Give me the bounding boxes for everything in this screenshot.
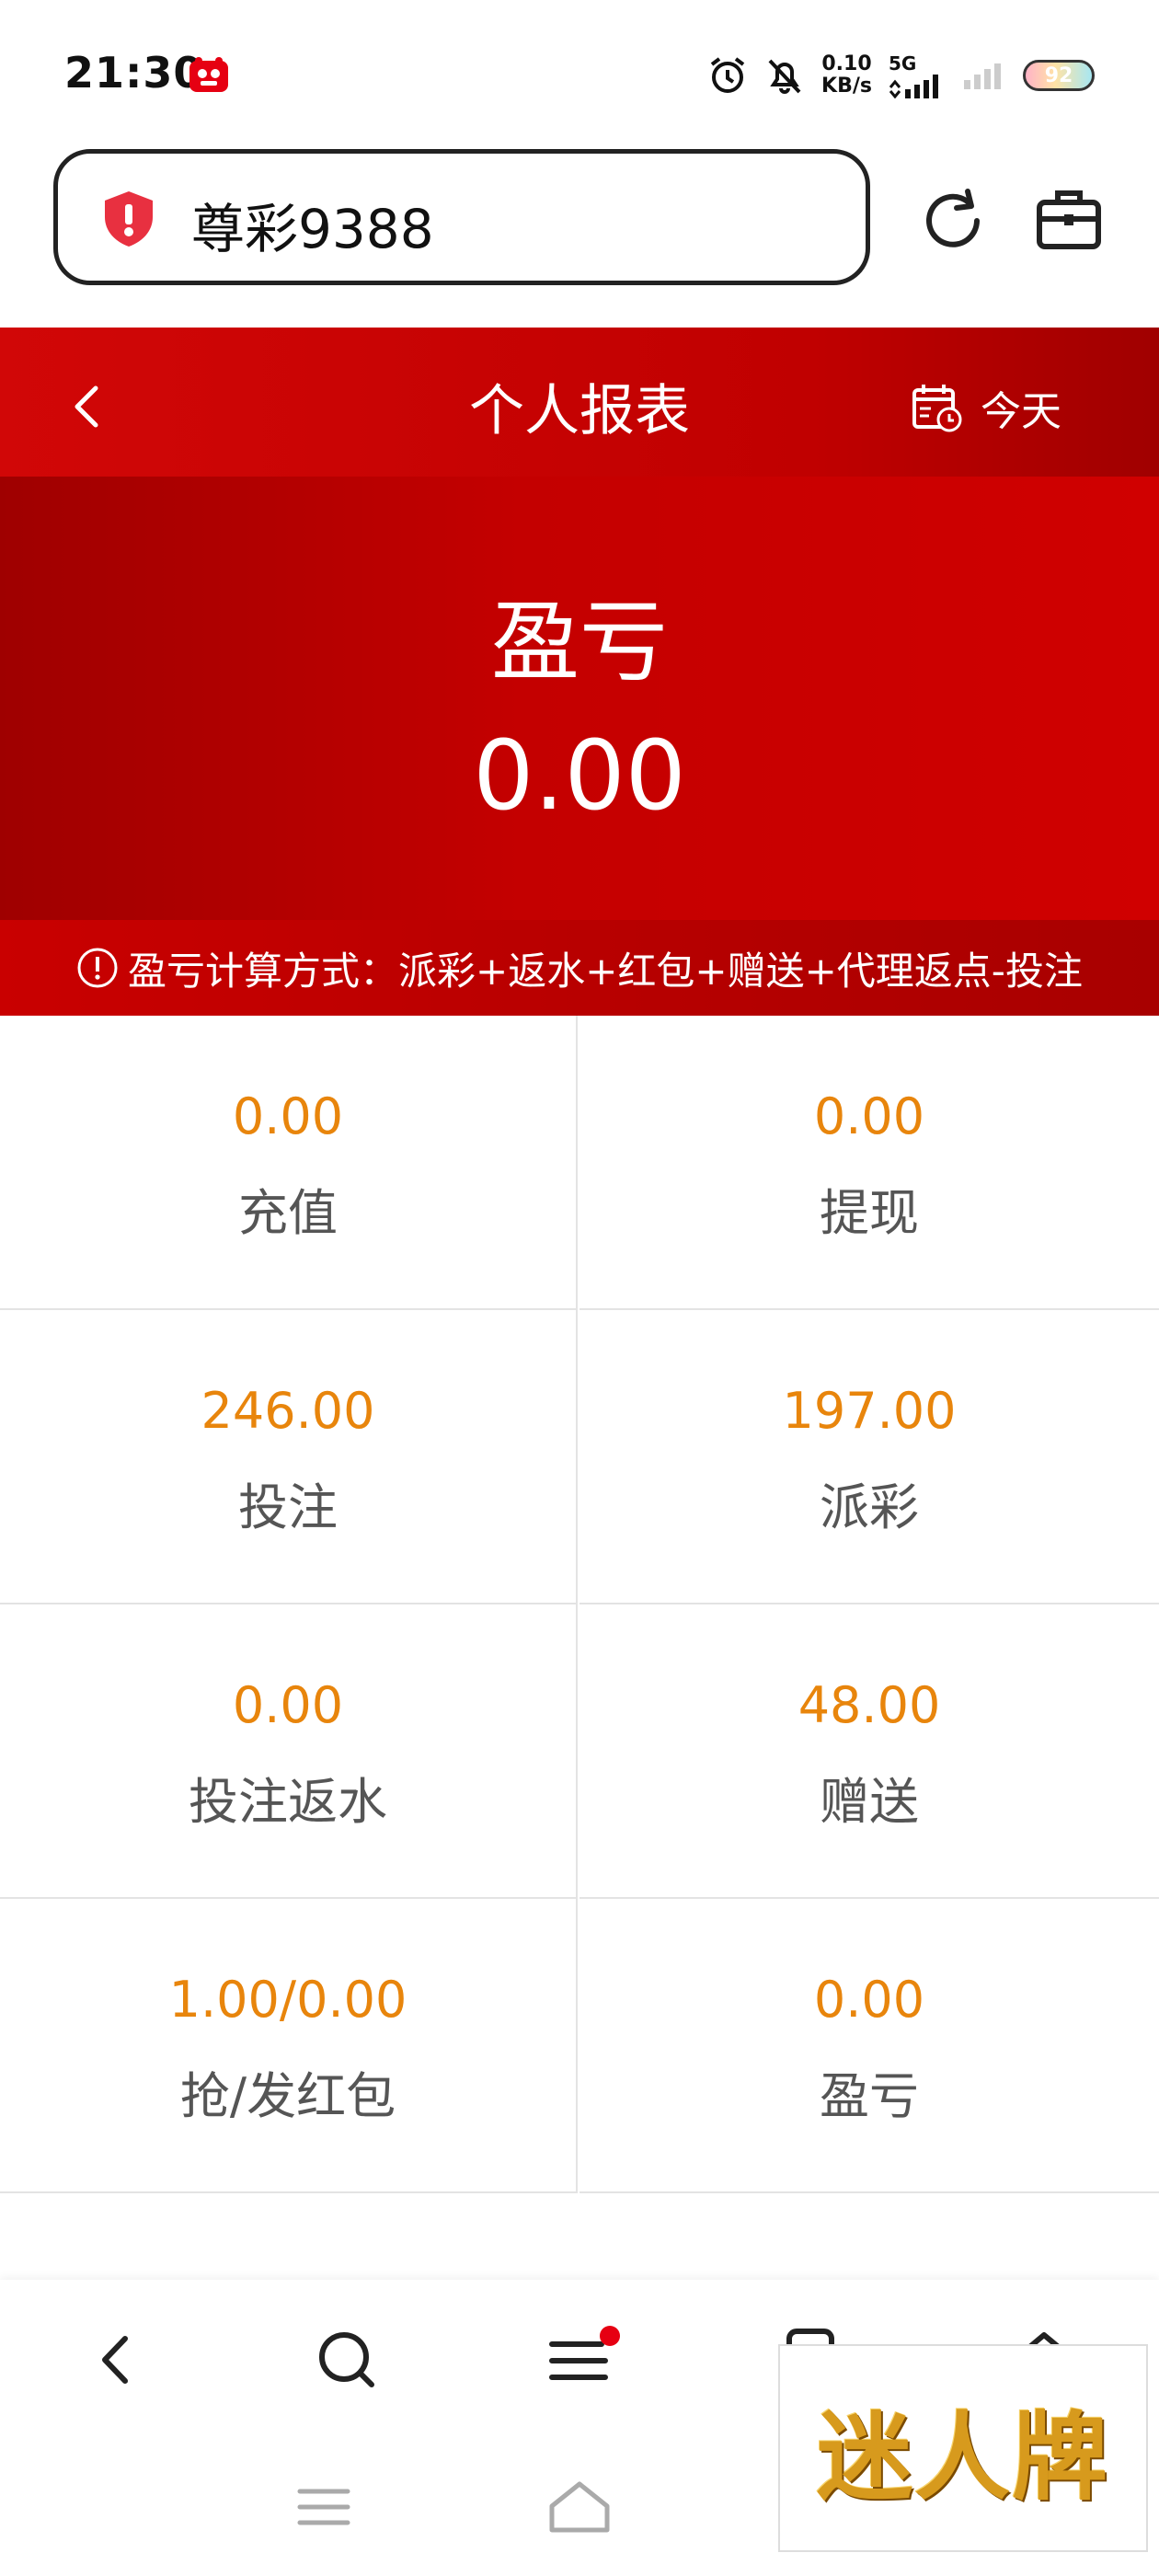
nav-back-icon[interactable] <box>75 2318 158 2401</box>
calendar-clock-icon <box>912 385 962 432</box>
stat-label: 盈亏 <box>820 2067 919 2125</box>
stat-value: 197.00 <box>782 1382 957 1440</box>
system-home-icon[interactable] <box>546 2478 613 2536</box>
stat-label: 抢/发红包 <box>179 2067 396 2125</box>
address-bar[interactable] <box>53 149 870 285</box>
status-time: 21:30 <box>64 48 204 98</box>
stat-cell: 0.00 提现 <box>580 1016 1159 1310</box>
stat-label: 提现 <box>820 1184 919 1242</box>
stat-value: 0.00 <box>232 1087 344 1145</box>
stat-value: 0.00 <box>813 1087 925 1145</box>
url-text[interactable]: 尊彩9388 <box>191 186 434 263</box>
profit-formula-bar: 盈亏计算方式：派彩+返水+红包+赠送+代理返点-投注 <box>0 920 1159 1016</box>
cellular-signal: 5G <box>889 52 944 98</box>
watermark-text: 迷人牌 <box>816 2399 1109 2513</box>
signal-bars-icon <box>889 75 938 98</box>
profit-summary <box>0 477 1159 920</box>
stat-cell: 1.00/0.00 抢/发红包 <box>0 1899 578 2193</box>
stat-cell: 0.00 充值 <box>0 1016 578 1310</box>
stat-label: 投注 <box>238 1478 338 1536</box>
alarm-icon <box>710 57 745 93</box>
profit-label: 盈亏 <box>491 591 668 694</box>
battery-level: 92 <box>1044 63 1073 87</box>
search-icon[interactable] <box>305 2318 388 2401</box>
network-speed-unit: KB/s <box>821 75 872 98</box>
stats-grid: 0.00 充值 0.00 提现 246.00 投注 197.00 派彩 0.00… <box>0 1016 1159 2197</box>
network-speed-value: 0.10 <box>821 52 872 75</box>
profit-value: 0.00 <box>473 719 686 832</box>
stat-value: 1.00/0.00 <box>168 1971 407 2029</box>
info-icon <box>77 948 118 988</box>
status-bar: 21:30 0.10 KB/s 5G 92 <box>0 0 1159 138</box>
app-notification-icon <box>189 57 228 92</box>
stat-cell: 197.00 派彩 <box>580 1310 1159 1604</box>
date-filter-label: 今天 <box>981 388 1061 435</box>
status-icons: 0.10 KB/s 5G 92 <box>707 48 1095 103</box>
stat-label: 投注返水 <box>189 1773 387 1831</box>
profit-formula-text: 盈亏计算方式：派彩+返水+红包+赠送+代理返点-投注 <box>128 948 1083 994</box>
stat-value: 0.00 <box>232 1676 344 1734</box>
network-speed: 0.10 KB/s <box>821 53 872 98</box>
system-menu-icon[interactable] <box>296 2484 351 2530</box>
stat-cell: 0.00 盈亏 <box>580 1899 1159 2193</box>
stat-value: 246.00 <box>201 1382 375 1440</box>
stat-cell: 246.00 投注 <box>0 1310 578 1604</box>
signal-bars-sim2-icon <box>964 63 1001 89</box>
stat-label: 赠送 <box>820 1773 919 1831</box>
network-type: 5G <box>889 52 917 75</box>
stat-label: 充值 <box>238 1184 338 1242</box>
battery-icon: 92 <box>1023 60 1095 91</box>
stat-label: 派彩 <box>820 1478 919 1536</box>
mute-bell-icon <box>768 59 801 94</box>
shield-icon <box>105 191 153 247</box>
toolbox-icon[interactable] <box>1034 184 1104 254</box>
watermark-logo: 迷人牌 <box>778 2344 1148 2552</box>
stat-value: 48.00 <box>798 1676 941 1734</box>
date-filter-button[interactable]: 今天 <box>911 375 1061 440</box>
stat-cell: 0.00 投注返水 <box>0 1604 578 1899</box>
stat-cell: 48.00 赠送 <box>580 1604 1159 1899</box>
stat-value: 0.00 <box>813 1971 925 2029</box>
reload-icon[interactable] <box>916 184 990 258</box>
notification-dot <box>600 2326 620 2346</box>
